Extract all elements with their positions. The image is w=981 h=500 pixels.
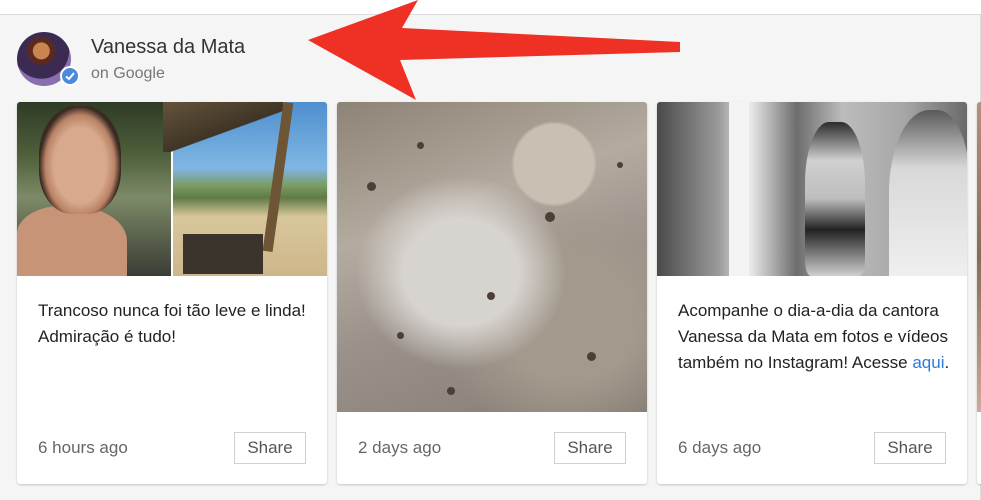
post-text: Trancoso nunca foi tão leve e linda! Adm… (38, 301, 306, 346)
post-card[interactable]: Trancoso nunca foi tão leve e linda! Adm… (17, 102, 327, 484)
post-timestamp: 2 days ago (358, 438, 442, 457)
post-card[interactable]: Acompanhe o dia-a-dia da cantora Vanessa… (657, 102, 967, 484)
photo-speck (447, 387, 455, 395)
beach-photo[interactable] (163, 102, 327, 276)
photo-speck (487, 292, 495, 300)
next-post-card[interactable] (977, 102, 981, 484)
post-photo[interactable] (657, 102, 967, 276)
instagram-link[interactable]: aqui (912, 353, 944, 372)
photo-shoulder (17, 206, 127, 276)
post-card[interactable]: 2 days ago Share (337, 102, 647, 484)
photo-face (39, 106, 121, 214)
profile-source: on Google (91, 65, 165, 82)
profile-name[interactable]: Vanessa da Mata (91, 36, 245, 59)
share-button[interactable]: Share (874, 432, 946, 464)
photo-speck (587, 352, 596, 361)
post-photos[interactable] (17, 102, 327, 276)
share-button[interactable]: Share (234, 432, 306, 464)
post-footer: 6 hours ago Share (38, 432, 306, 464)
post-timestamp: 6 days ago (678, 438, 762, 457)
post-footer: 6 days ago Share (678, 432, 946, 464)
photo-roof (163, 102, 283, 152)
post-text: Acompanhe o dia-a-dia da cantora Vanessa… (678, 298, 950, 376)
photo-speck (417, 142, 424, 149)
photo-speck (367, 182, 376, 191)
post-footer: 2 days ago Share (358, 432, 626, 464)
photo-speck (545, 212, 555, 222)
selfie-photo[interactable] (17, 102, 171, 276)
photo-bench (183, 234, 263, 274)
share-button[interactable]: Share (554, 432, 626, 464)
photo-light (729, 102, 749, 276)
annotation-arrow-icon (308, 0, 680, 100)
verified-check-icon (60, 66, 80, 86)
post-text-body: Acompanhe o dia-a-dia da cantora Vanessa… (678, 301, 948, 372)
photo-speck (617, 162, 623, 168)
dressing-room-photo[interactable] (657, 102, 967, 276)
photo-speck (397, 332, 404, 339)
post-timestamp: 6 hours ago (38, 438, 128, 457)
photo-back-figure (889, 110, 967, 276)
post-text-end: . (944, 353, 950, 372)
photo-figure (805, 122, 865, 276)
next-post-photo (977, 102, 981, 412)
video-thumbnail[interactable] (337, 102, 647, 412)
